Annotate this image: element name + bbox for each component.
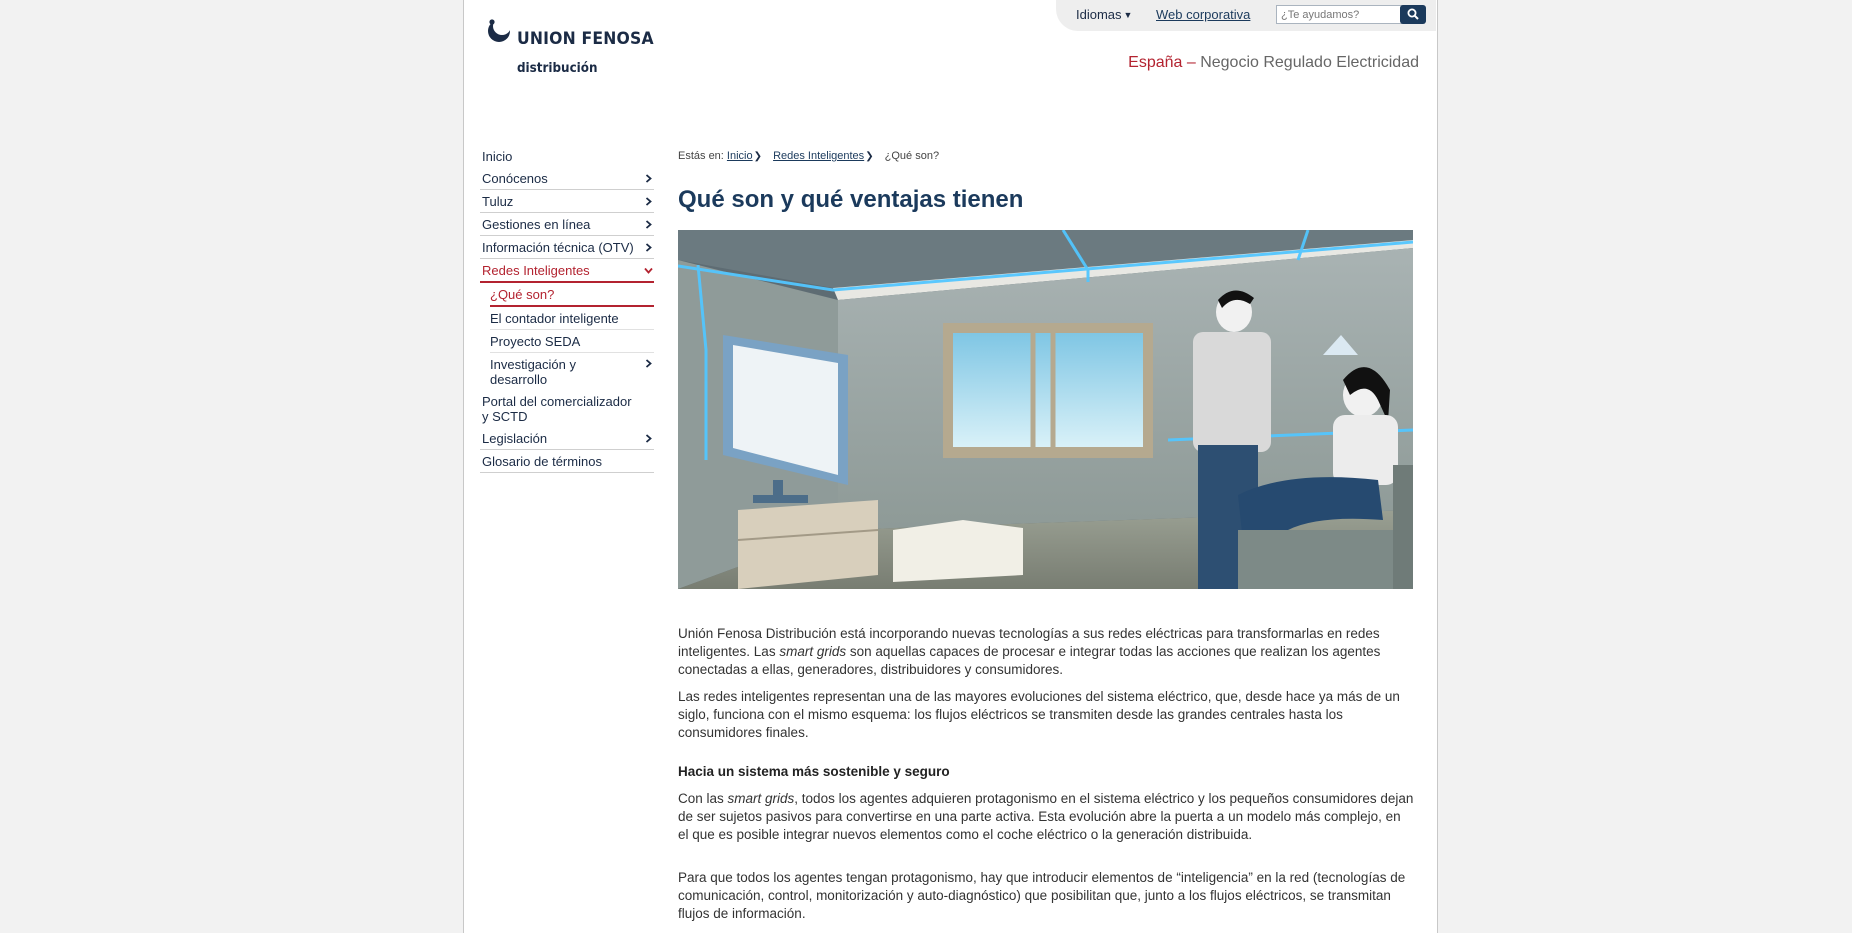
chevron-down-icon: ▼ (1123, 10, 1133, 20)
sidebar-item-label: Inicio (482, 149, 513, 164)
page-container: UNION FENOSA distribución Idiomas ▼ Web c… (463, 0, 1438, 933)
region-label: España – Negocio Regulado Electricidad (1128, 54, 1419, 72)
sidebar-item-label: Legislación (482, 431, 548, 446)
logo-brand-text: UNION FENOSA (517, 29, 654, 49)
languages-dropdown[interactable]: Idiomas ▼ (1076, 7, 1132, 22)
sidebar-subitem-label: ¿Qué son? (490, 287, 555, 302)
chevron-right-icon (645, 243, 652, 252)
chevron-right-icon (645, 197, 652, 206)
paragraph-evolution: Las redes inteligentes representan una d… (678, 689, 1400, 740)
article-body: Unión Fenosa Distribución está incorpora… (678, 625, 1414, 923)
logo-mark-icon (488, 18, 511, 42)
region-separator: – (1182, 54, 1201, 71)
sidebar-item-label: Información técnica (OTV) (482, 240, 634, 255)
paragraph-intro: Unión Fenosa Distribución está incorpora… (678, 625, 1414, 679)
chevron-right-icon (645, 359, 652, 368)
sidebar-subitem-investigacion[interactable]: Investigación y desarrollo (490, 353, 654, 390)
sidebar-item-label: Conócenos (482, 171, 548, 186)
search-icon (1407, 8, 1419, 20)
sidebar-item-informacion-tecnica[interactable]: Información técnica (OTV) (480, 236, 654, 259)
chevron-right-icon (645, 434, 652, 443)
sidebar-subitem-que-son[interactable]: ¿Qué son? (490, 283, 654, 307)
union-fenosa-logo[interactable]: UNION FENOSA distribución (486, 18, 656, 80)
sidebar-item-redes-inteligentes[interactable]: Redes Inteligentes (480, 259, 654, 283)
sidebar-subitem-label: Investigación y desarrollo (490, 357, 576, 387)
breadcrumb-prefix: Estás en: (678, 150, 724, 162)
breadcrumb: Estás en: Inicio❯ Redes Inteligentes❯ ¿Q… (678, 150, 1414, 168)
search-input[interactable] (1276, 5, 1405, 24)
sidebar-item-label: Portal del comercializador y SCTD (482, 394, 632, 424)
sidebar-item-label: Tuluz (482, 194, 514, 209)
emphasis-text: smart grids (727, 791, 795, 806)
logo-sub-text: distribución (517, 61, 598, 76)
sidebar-item-portal-comercializador[interactable]: Portal del comercializador y SCTD (480, 390, 654, 427)
region-country: España (1128, 54, 1183, 71)
breadcrumb-link-redes[interactable]: Redes Inteligentes (773, 150, 864, 162)
sidebar-nav: Inicio Conócenos Tuluz Gestiones en líne… (480, 145, 654, 473)
sidebar-item-conocenos[interactable]: Conócenos (480, 167, 654, 190)
breadcrumb-current: ¿Qué son? (884, 150, 940, 162)
breadcrumb-link-inicio[interactable]: Inicio (727, 150, 753, 162)
emphasis-text: smart grids (779, 644, 847, 659)
languages-label: Idiomas (1076, 7, 1122, 22)
chevron-down-icon (644, 267, 653, 274)
sidebar-item-tuluz[interactable]: Tuluz (480, 190, 654, 213)
sidebar-subitem-seda[interactable]: Proyecto SEDA (490, 330, 654, 353)
sidebar-item-label: Gestiones en línea (482, 217, 591, 232)
sidebar-item-label: Glosario de términos (482, 454, 602, 469)
corporate-web-link[interactable]: Web corporativa (1156, 7, 1250, 22)
sidebar-subitem-contador[interactable]: El contador inteligente (490, 307, 654, 330)
main-content: Estás en: Inicio❯ Redes Inteligentes❯ ¿Q… (678, 150, 1414, 932)
paragraph-text: Con las (678, 791, 728, 806)
paragraph-intelligence: Para que todos los agentes tengan protag… (678, 870, 1406, 921)
sidebar-item-label: Redes Inteligentes (482, 263, 590, 278)
region-business: Negocio Regulado Electricidad (1200, 54, 1419, 71)
sidebar-subitem-label: El contador inteligente (490, 311, 619, 326)
paragraph-protagonism: Con las smart grids, todos los agentes a… (678, 790, 1414, 844)
chevron-right-icon: ❯ (753, 151, 762, 162)
chevron-right-icon (645, 174, 652, 183)
sidebar-item-glosario[interactable]: Glosario de términos (480, 450, 654, 473)
sidebar-item-gestiones[interactable]: Gestiones en línea (480, 213, 654, 236)
page-title: Qué son y qué ventajas tienen (678, 186, 1024, 213)
sidebar-item-legislacion[interactable]: Legislación (480, 427, 654, 450)
search-button[interactable] (1400, 5, 1426, 24)
sidebar-item-inicio[interactable]: Inicio (480, 145, 654, 167)
chevron-right-icon (645, 220, 652, 229)
hero-illustration (678, 230, 1413, 589)
section-heading: Hacia un sistema más sostenible y seguro (678, 764, 950, 779)
sidebar-subitem-label: Proyecto SEDA (490, 334, 581, 349)
chevron-right-icon: ❯ (865, 151, 874, 162)
